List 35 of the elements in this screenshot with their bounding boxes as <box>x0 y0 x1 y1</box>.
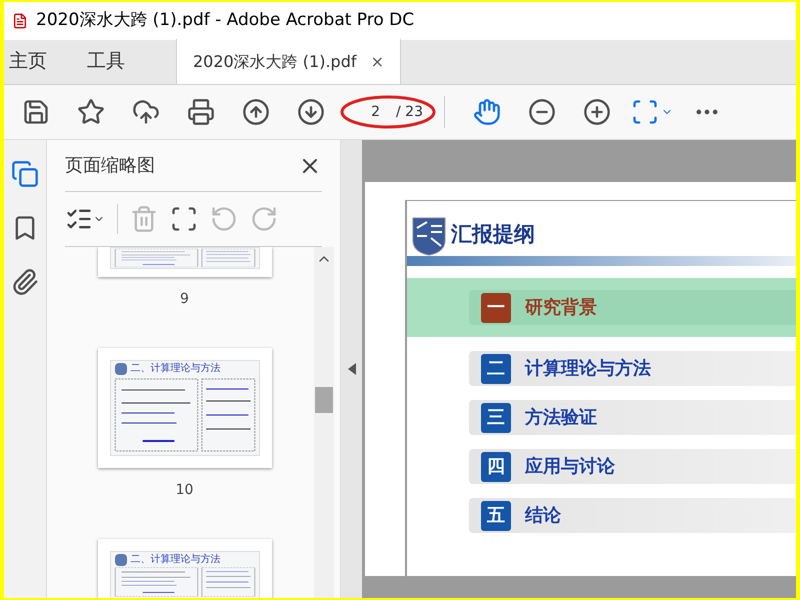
page-number-field[interactable]: 2 <box>350 102 384 122</box>
numeral-badge: 五 <box>481 500 511 530</box>
panel-title: 页面缩略图 <box>65 154 155 178</box>
close-tab-button[interactable]: × <box>370 50 384 74</box>
pages-icon[interactable] <box>11 160 39 188</box>
numeral-badge: 二 <box>481 354 511 384</box>
page-number: 10 <box>176 481 194 500</box>
logo-icon <box>114 554 126 566</box>
paperclip-icon[interactable] <box>11 268 39 296</box>
slide-title: 汇报提纲 <box>451 220 535 248</box>
outline-label: 计算理论与方法 <box>525 357 651 381</box>
numeral-badge: 一 <box>481 292 511 322</box>
page-thumbnail[interactable]: 二、计算理论与方法 <box>98 539 272 598</box>
thumbnail-heading: 二、计算理论与方法 <box>130 364 220 374</box>
outline-label: 结论 <box>525 504 561 528</box>
numeral-badge: 四 <box>481 452 511 482</box>
scroll-thumb[interactable] <box>315 387 333 413</box>
page-number: 9 <box>180 290 189 309</box>
numeral-badge: 三 <box>481 402 511 432</box>
tab-label: 2020深水大跨 (1).pdf <box>193 50 356 72</box>
page-thumbnail[interactable]: 二、计算理论与方法 <box>98 348 272 468</box>
nav-tab[interactable]: 工具 <box>82 39 130 84</box>
outline-label: 方法验证 <box>525 406 597 430</box>
thumbnail-heading: 二、计算理论与方法 <box>130 555 220 565</box>
document-tab[interactable]: 2020深水大跨 (1).pdf × <box>176 39 401 84</box>
page-thumbnail[interactable] <box>98 247 272 277</box>
pdf-icon <box>12 13 28 29</box>
outline-label: 应用与讨论 <box>525 455 615 479</box>
logo-icon <box>114 363 126 375</box>
outline-label: 研究背景 <box>525 296 597 320</box>
nav-tab[interactable]: 主页 <box>4 39 52 84</box>
page-count: / 23 <box>396 102 423 122</box>
scrollbar[interactable] <box>314 247 334 598</box>
collapse-arrow-icon[interactable] <box>348 363 356 375</box>
window-title: 2020深水大跨 (1).pdf - Adobe Acrobat Pro DC <box>36 9 414 32</box>
